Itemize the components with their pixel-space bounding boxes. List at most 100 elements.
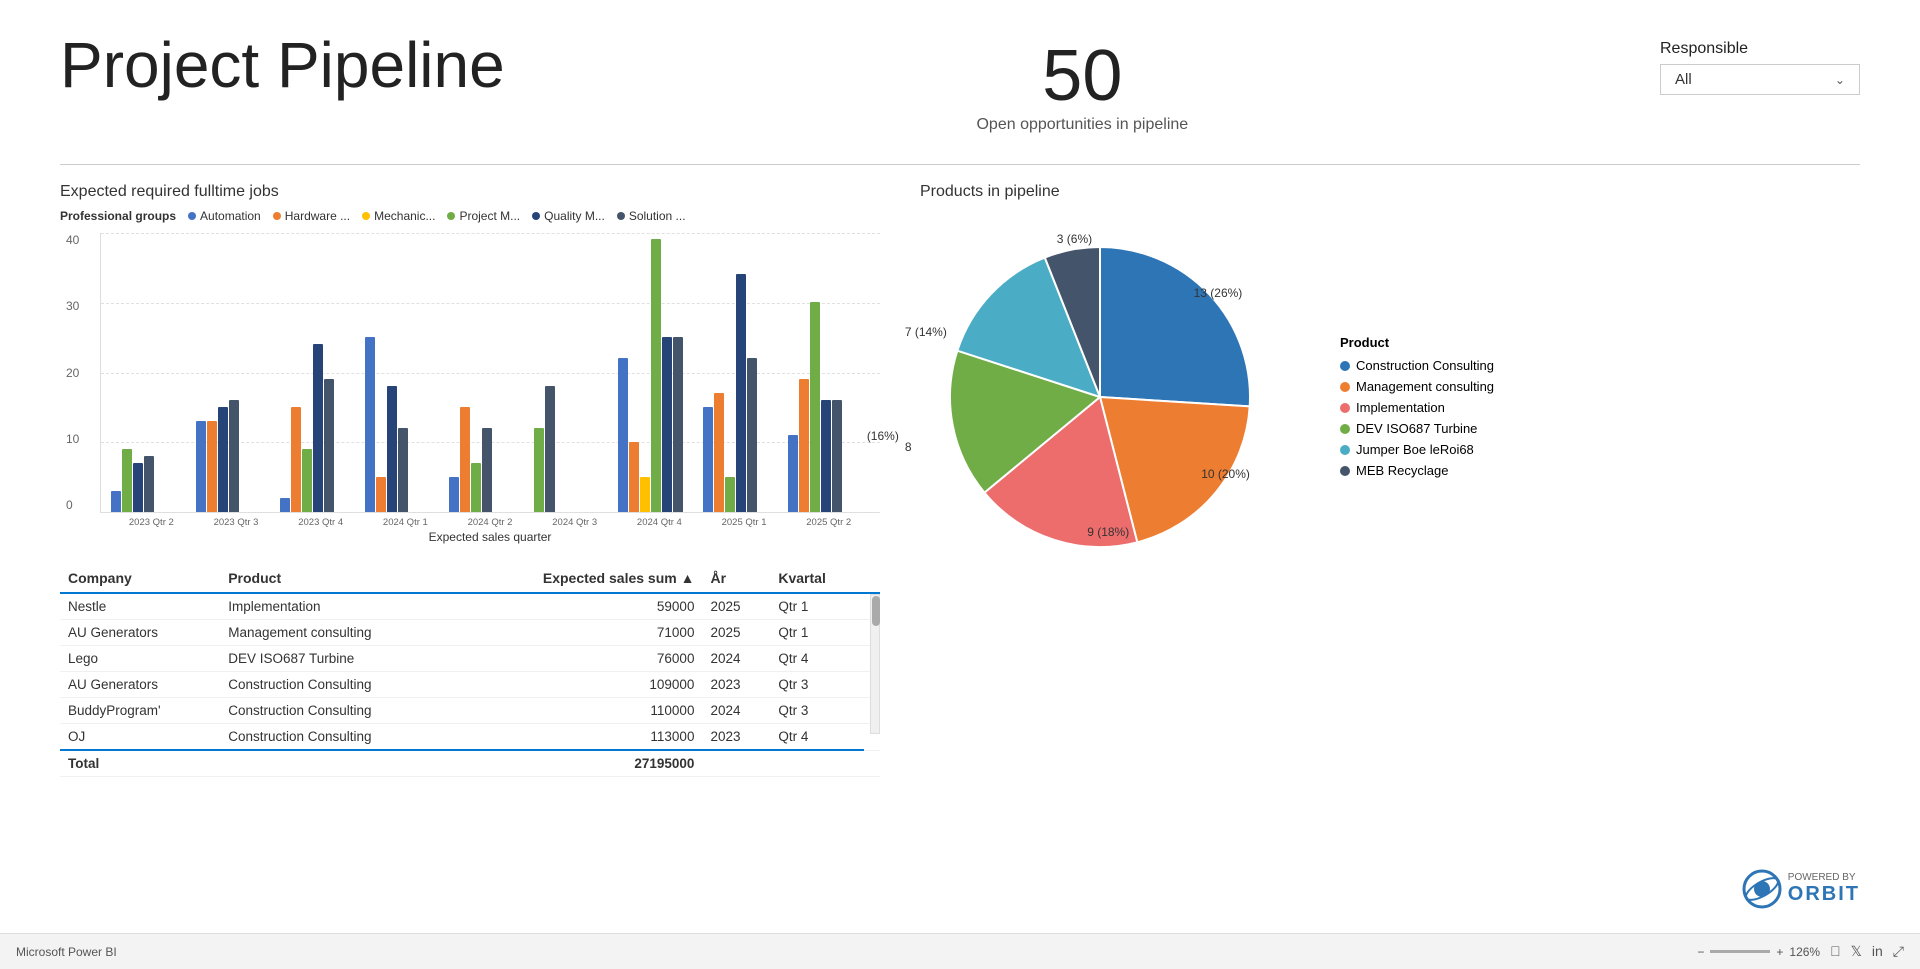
table-cell: Implementation — [220, 593, 455, 620]
expand-icon[interactable]: ⤢ — [1893, 943, 1904, 960]
zoom-level: 126% — [1789, 945, 1820, 959]
bar-chart-legend: Professional groups Automation Hardware .… — [60, 209, 880, 223]
x-axis-label: 2024 Qtr 2 — [449, 517, 532, 528]
bar[interactable] — [703, 407, 713, 512]
total-value: 27195000 — [455, 750, 702, 777]
table-cell: 109000 — [455, 672, 702, 698]
filter-value: All — [1675, 71, 1692, 88]
orbit-branding: POWERED BY ORBIT — [1742, 869, 1860, 909]
powerbi-label: Microsoft Power BI — [16, 945, 117, 959]
bar[interactable] — [144, 456, 154, 512]
bar[interactable] — [324, 379, 334, 512]
col-kvartal[interactable]: Kvartal — [770, 564, 864, 593]
zoom-plus[interactable]: + — [1776, 945, 1783, 959]
bar[interactable] — [673, 337, 683, 512]
bar[interactable] — [376, 477, 386, 512]
bar-group — [196, 400, 279, 512]
bar[interactable] — [482, 428, 492, 512]
bar[interactable] — [736, 274, 746, 512]
pie-legend-dot — [1340, 445, 1350, 455]
legend-item: Project M... — [447, 209, 520, 223]
main-columns: Expected required fulltime jobs Professi… — [60, 183, 1860, 777]
bar[interactable] — [714, 393, 724, 512]
table-header: Company Product Expected sales sum ▲ År … — [60, 564, 880, 593]
bar[interactable] — [832, 400, 842, 512]
x-axis-label: 2025 Qtr 1 — [703, 517, 786, 528]
pie-legend-items: Construction ConsultingManagement consul… — [1340, 358, 1494, 478]
bar-group — [449, 407, 532, 512]
linkedin-icon[interactable]: in — [1872, 943, 1883, 960]
bar[interactable] — [662, 337, 672, 512]
bar[interactable] — [302, 449, 312, 512]
bar[interactable] — [291, 407, 301, 512]
zoom-control[interactable]: − + 126% — [1697, 945, 1820, 959]
table-cell: 2023 — [702, 672, 770, 698]
facebook-icon[interactable]:  — [1830, 943, 1841, 960]
zoom-minus[interactable]: − — [1697, 945, 1704, 959]
bar[interactable] — [534, 428, 544, 512]
bar-group — [111, 449, 194, 512]
bar[interactable] — [111, 491, 121, 512]
bar[interactable] — [207, 421, 217, 512]
zoom-slider[interactable] — [1710, 950, 1770, 953]
twitter-icon[interactable]: 𝕏 — [1851, 943, 1862, 960]
scrollbar-col — [864, 564, 880, 593]
total-empty3 — [770, 750, 864, 777]
bar[interactable] — [788, 435, 798, 512]
table-cell: DEV ISO687 Turbine — [220, 646, 455, 672]
annotation-construction: 13 (26%) — [1194, 286, 1243, 300]
bar[interactable] — [821, 400, 831, 512]
bar[interactable] — [640, 477, 650, 512]
pie-legend: Product Construction ConsultingManagemen… — [1340, 335, 1494, 484]
bar-group — [534, 386, 617, 512]
bar[interactable] — [365, 337, 375, 512]
pie-segment[interactable] — [1100, 247, 1250, 406]
annotation-dev: 8 — [905, 440, 912, 454]
bar[interactable] — [747, 358, 757, 512]
bar[interactable] — [449, 477, 459, 512]
table-row: NestleImplementation590002025Qtr 1 — [60, 593, 880, 620]
table-cell: 71000 — [455, 620, 702, 646]
bar[interactable] — [629, 442, 639, 512]
col-sales[interactable]: Expected sales sum ▲ — [455, 564, 702, 593]
bar[interactable] — [313, 344, 323, 512]
bar[interactable] — [133, 463, 143, 512]
table-wrapper: Company Product Expected sales sum ▲ År … — [60, 564, 880, 777]
filter-label: Responsible — [1660, 40, 1860, 58]
left-column: Expected required fulltime jobs Professi… — [60, 183, 880, 777]
bar[interactable] — [460, 407, 470, 512]
responsible-filter[interactable]: All ⌄ — [1660, 64, 1860, 95]
bar[interactable] — [387, 386, 397, 512]
col-company[interactable]: Company — [60, 564, 220, 593]
bar[interactable] — [280, 498, 290, 512]
bar[interactable] — [122, 449, 132, 512]
legend-group-label: Professional groups — [60, 209, 176, 223]
bar[interactable] — [196, 421, 206, 512]
orbit-logo-icon — [1742, 869, 1782, 909]
legend-item: Automation — [188, 209, 261, 223]
col-ar[interactable]: År — [702, 564, 770, 593]
bar[interactable] — [725, 477, 735, 512]
y-axis-labels: 40 30 20 10 0 — [66, 233, 79, 512]
legend-dot — [273, 212, 281, 220]
scrollbar-track[interactable] — [870, 594, 880, 734]
table-section: Company Product Expected sales sum ▲ År … — [60, 564, 880, 777]
legend-item: Hardware ... — [273, 209, 350, 223]
kpi-number: 50 — [976, 40, 1188, 112]
bar[interactable] — [471, 463, 481, 512]
powered-by-label: POWERED BY — [1788, 872, 1860, 883]
bar[interactable] — [229, 400, 239, 512]
bar[interactable] — [799, 379, 809, 512]
header: Project Pipeline 50 Open opportunities i… — [60, 30, 1860, 154]
bar[interactable] — [618, 358, 628, 512]
scrollbar-thumb[interactable] — [872, 596, 880, 626]
col-product[interactable]: Product — [220, 564, 455, 593]
bar[interactable] — [218, 407, 228, 512]
bar[interactable] — [545, 386, 555, 512]
bottom-bar: Microsoft Power BI − + 126%  𝕏 in ⤢ — [0, 933, 1920, 969]
bar[interactable] — [651, 239, 661, 512]
pie-legend-item: DEV ISO687 Turbine — [1340, 421, 1494, 436]
pie-legend-label: Jumper Boe leRoi68 — [1356, 442, 1474, 457]
bar[interactable] — [398, 428, 408, 512]
bar[interactable] — [810, 302, 820, 512]
